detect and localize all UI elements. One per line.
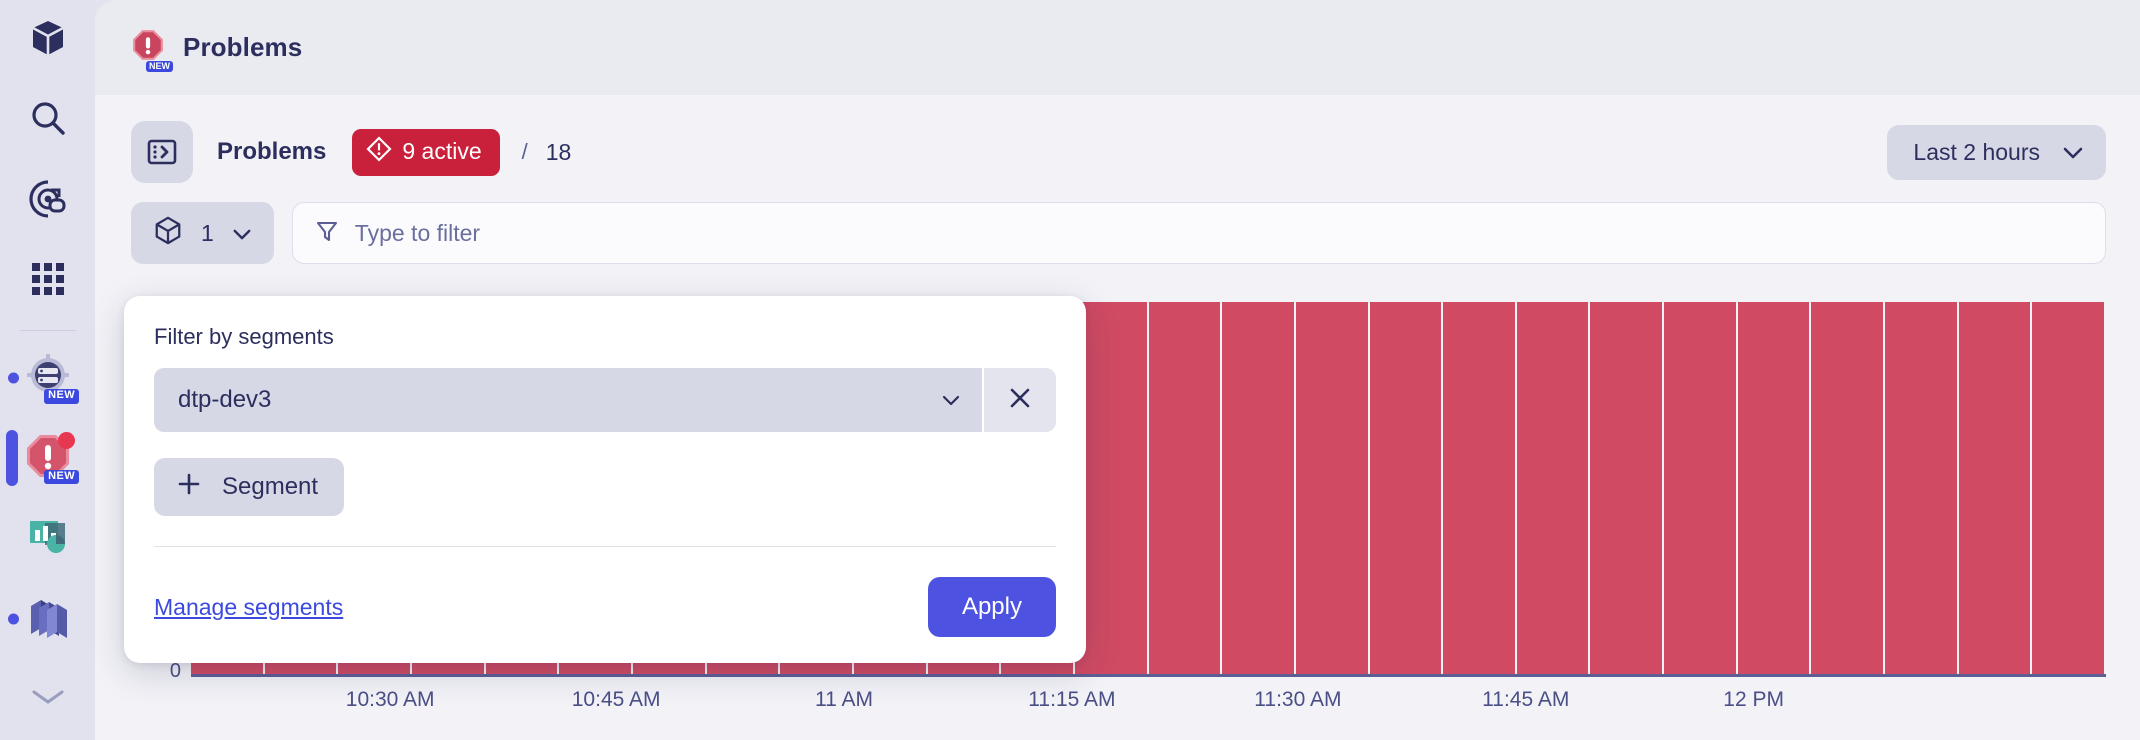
chart-bar-fill — [1737, 302, 1812, 674]
sidebar-item-notebooks[interactable] — [0, 579, 95, 660]
chart-x-tick: 11:15 AM — [1028, 688, 1116, 711]
app-topbar: NEW Problems — [95, 0, 2140, 95]
breadcrumb: Problems 9 active / 18 Last 2 hours — [95, 95, 2140, 187]
sidebar-item-more[interactable] — [0, 659, 95, 740]
chart-y-tick-label: 0 — [169, 660, 181, 682]
chart-bar-fill — [1885, 302, 1959, 674]
chart-bar[interactable] — [2032, 302, 2106, 674]
chart-x-tick: 11:30 AM — [1254, 688, 1342, 711]
chevron-down-icon — [232, 220, 252, 247]
segment-filter-popover: Filter by segments dtp-dev3 Segment Mana… — [124, 296, 1086, 663]
timeframe-selector[interactable]: Last 2 hours — [1887, 124, 2106, 180]
add-segment-button[interactable]: Segment — [154, 458, 345, 516]
chart-bar[interactable] — [1295, 302, 1370, 674]
chart-bar-fill — [1811, 302, 1886, 674]
sidebar-item-problems[interactable]: NEW — [0, 418, 95, 499]
sidebar-item-search[interactable] — [0, 81, 95, 162]
segment-filter-chip[interactable]: 1 — [131, 202, 274, 264]
chart-bar[interactable] — [1148, 302, 1223, 674]
chart-bar[interactable] — [1737, 302, 1812, 674]
status-badge-text: 9 active — [402, 138, 482, 164]
chart-bar-fill — [1295, 302, 1370, 674]
segment-filter-count: 1 — [201, 219, 214, 246]
chart-bar-fill — [1590, 302, 1665, 674]
chart-x-tick: 10:45 AM — [571, 688, 661, 711]
davis-assistant-icon — [27, 178, 69, 225]
topbar-icon-wrap: NEW — [131, 28, 173, 72]
sidebar-item-apps[interactable] — [0, 242, 95, 323]
sidebar-divider — [19, 330, 76, 332]
search-icon — [28, 98, 68, 143]
chart-bar[interactable] — [1369, 302, 1444, 674]
chart-bar[interactable] — [1516, 302, 1591, 674]
chart-x-tick: 12 PM — [1723, 688, 1784, 711]
dashboards-chart-icon — [25, 513, 71, 564]
close-icon — [1007, 385, 1033, 416]
apply-button[interactable]: Apply — [927, 577, 1056, 637]
chart-bar-fill — [1664, 302, 1738, 674]
chart-bar[interactable] — [1222, 302, 1296, 674]
new-badge: NEW — [44, 469, 79, 485]
segment-select[interactable]: dtp-dev3 — [154, 368, 982, 432]
unread-indicator-dot — [58, 431, 75, 449]
new-badge: NEW — [44, 389, 79, 404]
selected-bar-marker — [6, 430, 18, 487]
sidebar-item-assistant[interactable] — [0, 161, 95, 242]
segment-clear-button[interactable] — [984, 368, 1056, 432]
chart-bar-fill — [1516, 302, 1591, 674]
left-sidebar: NEW NEW — [0, 0, 95, 740]
chart-bar[interactable] — [1958, 302, 2033, 674]
search-input[interactable]: Type to filter — [291, 202, 2106, 264]
warning-diamond-icon — [366, 135, 392, 168]
chart-bar-fill — [1369, 302, 1444, 674]
popover-title: Filter by segments — [154, 324, 334, 349]
chart-bar[interactable] — [1885, 302, 1959, 674]
page-title: Problems — [183, 32, 303, 62]
chart-bar-fill — [1443, 302, 1517, 674]
chart-bar[interactable] — [1664, 302, 1738, 674]
active-dot-marker — [8, 372, 19, 384]
timeframe-label: Last 2 hours — [1913, 138, 2040, 165]
sidebar-item-logo[interactable] — [0, 0, 95, 81]
breadcrumb-separator: / — [521, 139, 528, 164]
chart-bar[interactable] — [1811, 302, 1886, 674]
chevron-down-icon — [940, 386, 962, 414]
filter-funnel-icon — [315, 219, 339, 248]
chart-bar[interactable] — [1443, 302, 1517, 674]
breadcrumb-label[interactable]: Problems — [217, 138, 326, 166]
active-dot-marker — [8, 613, 19, 625]
breadcrumb-total: 18 — [545, 138, 572, 165]
segment-select-value: dtp-dev3 — [178, 386, 272, 413]
popover-footer: Manage segments Apply — [154, 577, 1056, 637]
add-segment-label: Segment — [222, 473, 319, 500]
cube-icon — [153, 215, 183, 251]
sidebar-item-dashboards[interactable] — [0, 498, 95, 579]
chart-x-tick-labels: 10:30 AM 10:45 AM 11 AM 11:15 AM 11:30 AM 11:… — [191, 688, 2106, 728]
chart-bar[interactable] — [1590, 302, 1665, 674]
chart-bar-fill — [1222, 302, 1296, 674]
status-badge[interactable]: 9 active — [352, 128, 500, 176]
chart-x-tick: 11 AM — [815, 688, 873, 711]
app-root: NEW NEW NEW Problems Problems 9 active /… — [0, 0, 2140, 740]
chart-bar-fill — [2032, 302, 2106, 674]
new-badge: NEW — [146, 60, 173, 72]
cube-logo-icon — [27, 17, 69, 64]
manage-segments-link[interactable]: Manage segments — [154, 594, 343, 621]
search-input-placeholder: Type to filter — [354, 219, 481, 246]
problems-panel-icon[interactable] — [131, 121, 193, 183]
chevron-down-icon — [2062, 139, 2084, 166]
popover-divider — [154, 546, 1056, 547]
more-icon — [28, 688, 68, 711]
segment-row: dtp-dev3 — [154, 368, 1056, 432]
filter-bar: 1 Type to filter — [95, 187, 2140, 267]
sidebar-item-infrastructure[interactable]: NEW — [0, 337, 95, 418]
chart-bar-fill — [1148, 302, 1223, 674]
chart-x-axis — [191, 674, 2106, 677]
plus-icon — [176, 471, 202, 504]
notebooks-stack-icon — [25, 594, 71, 645]
grid-apps-icon — [29, 260, 67, 303]
chart-x-tick: 10:30 AM — [345, 688, 435, 711]
chart-bar-fill — [1958, 302, 2033, 674]
chart-x-tick: 11:45 AM — [1482, 688, 1570, 711]
